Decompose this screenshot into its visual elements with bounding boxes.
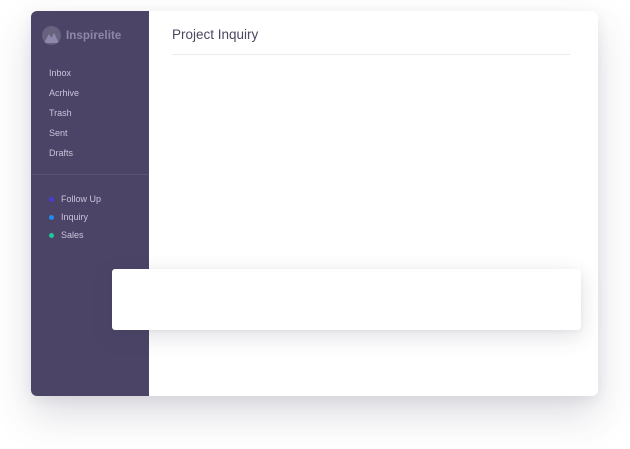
label-text: Inquiry [61, 212, 89, 222]
mail-window: Inspirelite Inbox Acrhive Trash Sent Dra… [31, 11, 598, 396]
sidebar-item-inbox[interactable]: Inbox [49, 67, 79, 87]
label-dot-icon [49, 197, 54, 202]
label-text: Sales [61, 230, 84, 240]
mountain-icon [42, 26, 61, 45]
label-dot-icon [49, 215, 54, 220]
label-item-sales[interactable]: Sales [49, 230, 101, 248]
message-pane: Project Inquiry [149, 11, 598, 396]
label-text: Follow Up [61, 194, 102, 204]
label-list: Follow Up Inquiry Sales [49, 194, 101, 248]
sidebar-item-archive[interactable]: Acrhive [49, 87, 79, 107]
title-divider [172, 54, 570, 55]
label-dot-icon [49, 233, 54, 238]
sidebar-item-trash[interactable]: Trash [49, 107, 79, 127]
sidebar-divider [31, 174, 149, 175]
brand-name: Inspirelite [66, 29, 122, 42]
sidebar: Inspirelite Inbox Acrhive Trash Sent Dra… [31, 11, 149, 396]
label-item-follow-up[interactable]: Follow Up [49, 194, 101, 212]
sidebar-item-drafts[interactable]: Drafts [49, 147, 79, 167]
label-item-inquiry[interactable]: Inquiry [49, 212, 101, 230]
floating-message-card[interactable] [112, 269, 581, 330]
page-title: Project Inquiry [172, 27, 259, 42]
sidebar-item-sent[interactable]: Sent [49, 127, 79, 147]
folder-nav: Inbox Acrhive Trash Sent Drafts [49, 67, 79, 167]
brand[interactable]: Inspirelite [42, 26, 121, 45]
